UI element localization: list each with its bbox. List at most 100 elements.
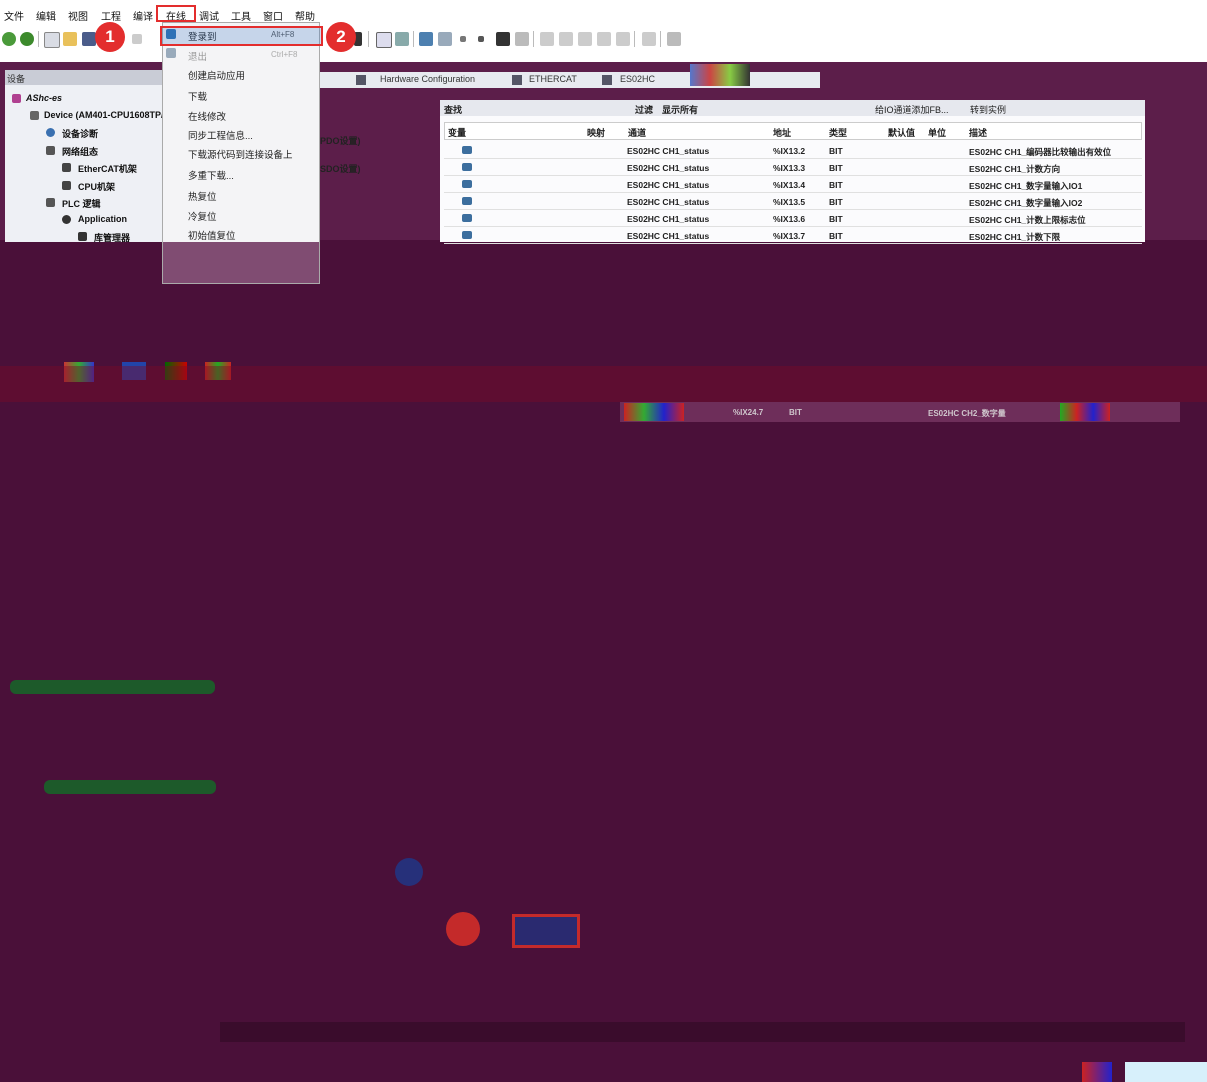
- open-folder-icon[interactable]: [63, 32, 77, 46]
- step-over-icon[interactable]: [559, 32, 573, 46]
- tree-item-diagnostics[interactable]: 设备诊断: [62, 127, 98, 140]
- toolbar-separator: [368, 31, 369, 47]
- col-address[interactable]: 地址: [773, 126, 791, 139]
- glitch-address: %IX24.7: [733, 408, 764, 417]
- menu-item-multi-download[interactable]: 多重下载...: [188, 168, 234, 182]
- col-description[interactable]: 描述: [969, 126, 987, 139]
- channel-icon: [462, 146, 472, 154]
- library-manager-icon: [78, 232, 87, 241]
- menu-item-sync-project[interactable]: 同步工程信息...: [188, 128, 253, 142]
- watch-icon[interactable]: [642, 32, 656, 46]
- col-mapping[interactable]: 映射: [587, 126, 605, 139]
- cell-type: BIT: [829, 197, 843, 207]
- run-icon[interactable]: [460, 36, 466, 42]
- cell-address: %IX13.3: [773, 163, 806, 173]
- menu-debug[interactable]: 调试: [199, 8, 219, 23]
- tree-item-cpu-rack[interactable]: CPU机架: [78, 180, 115, 193]
- menu-file[interactable]: 文件: [4, 8, 24, 23]
- col-default[interactable]: 默认值: [888, 126, 915, 139]
- cell-type: BIT: [829, 214, 843, 224]
- cell-address: %IX13.7: [773, 231, 806, 241]
- breakpoint-icon[interactable]: [597, 32, 611, 46]
- tree-item-plc-logic[interactable]: PLC 逻辑: [62, 197, 101, 210]
- goto-instance-button[interactable]: 转到实例: [970, 103, 1006, 116]
- cell-channel: ES02HC CH1_status: [627, 197, 710, 207]
- download-icon[interactable]: [395, 32, 409, 46]
- tree-item-project[interactable]: AShc-es: [26, 93, 62, 103]
- cell-type: BIT: [829, 231, 843, 241]
- menu-item-create-boot-app[interactable]: 创建启动应用: [188, 68, 245, 82]
- tree-item-ethercat-rack[interactable]: EtherCAT机架: [78, 162, 137, 175]
- new-file-icon[interactable]: [44, 32, 60, 48]
- grid-icon[interactable]: [376, 32, 392, 48]
- back-icon[interactable]: [2, 32, 16, 46]
- stop-icon[interactable]: [478, 36, 484, 42]
- wrench-icon[interactable]: [496, 32, 510, 46]
- col-variable[interactable]: 变量: [448, 126, 466, 139]
- tree-item-network-config[interactable]: 网络组态: [62, 145, 98, 158]
- menu-item-reset-origin[interactable]: 初始值复位: [188, 228, 236, 242]
- glitch-type: BIT: [789, 408, 802, 417]
- menu-edit[interactable]: 编辑: [36, 8, 56, 23]
- screen-icon[interactable]: [667, 32, 681, 46]
- glitch-artifact: [1060, 403, 1110, 421]
- cell-channel: ES02HC CH1_status: [627, 180, 710, 190]
- forward-icon[interactable]: [20, 32, 34, 46]
- menu-item-online-change[interactable]: 在线修改: [188, 109, 226, 123]
- tab-hardware-configuration[interactable]: Hardware Configuration: [380, 74, 475, 87]
- glitch-artifact: [1082, 1062, 1112, 1082]
- menu-tools[interactable]: 工具: [231, 8, 251, 23]
- cell-channel: ES02HC CH1_status: [627, 146, 710, 156]
- col-channel[interactable]: 通道: [628, 126, 646, 139]
- clear-icon[interactable]: [515, 32, 529, 46]
- menu-item-reset-warm[interactable]: 热复位: [188, 189, 217, 203]
- glitch-artifact: [690, 64, 750, 86]
- project-icon: [12, 94, 21, 103]
- tree-item-device[interactable]: Device (AM401-CPU1608TP/: [44, 110, 164, 120]
- ethercat-tab-icon: [512, 75, 522, 85]
- online-menu-highlight: [156, 5, 196, 22]
- online-icon[interactable]: [419, 32, 433, 46]
- find-label[interactable]: 查找: [444, 103, 462, 116]
- shortcut-logout: Ctrl+F8: [271, 50, 298, 59]
- menu-view[interactable]: 视图: [68, 8, 88, 23]
- tree-item-application[interactable]: Application: [78, 214, 127, 224]
- glitch-bar: [10, 680, 215, 694]
- step-in-icon[interactable]: [540, 32, 554, 46]
- cell-description: ES02HC CH1_数字量输入IO1: [969, 181, 1083, 191]
- login-item-highlight: [160, 26, 323, 46]
- cell-description: ES02HC CH1_计数方向: [969, 164, 1061, 174]
- glitch-artifact: [624, 403, 684, 421]
- menu-item-source-download[interactable]: 下载源代码到连接设备上: [188, 147, 293, 161]
- glitch-circle-red: [446, 912, 480, 946]
- tab-es02hc[interactable]: ES02HC: [620, 74, 655, 87]
- menu-build[interactable]: 编译: [133, 8, 153, 23]
- save-icon[interactable]: [82, 32, 96, 46]
- menu-item-reset-cold[interactable]: 冷复位: [188, 209, 217, 223]
- menu-item-download[interactable]: 下载: [188, 89, 207, 103]
- io-table-header: [444, 122, 1142, 140]
- step-out-icon[interactable]: [578, 32, 592, 46]
- add-fb-button[interactable]: 给IO通道添加FB...: [875, 103, 949, 116]
- tab-ethercat[interactable]: ETHERCAT: [529, 74, 577, 87]
- menu-project[interactable]: 工程: [101, 8, 121, 23]
- hardware-config-icon: [356, 75, 366, 85]
- undo-icon[interactable]: [132, 34, 142, 44]
- io-mapping-toolbar: 查找 过滤 显示所有 给IO通道添加FB... 转到实例: [440, 100, 1145, 116]
- glitch-artifact: [1125, 1062, 1207, 1082]
- col-unit[interactable]: 单位: [928, 126, 946, 139]
- offline-icon[interactable]: [438, 32, 452, 46]
- pdo-settings-label: PDO设置): [320, 136, 361, 146]
- filter-select[interactable]: 显示所有: [662, 103, 698, 116]
- glitch-strip: [220, 1022, 1185, 1042]
- plc-logic-icon: [46, 198, 55, 207]
- cell-address: %IX13.2: [773, 146, 806, 156]
- menu-item-logout[interactable]: 退出: [188, 49, 207, 63]
- menu-window[interactable]: 窗口: [263, 8, 283, 23]
- menu-help[interactable]: 帮助: [295, 8, 315, 23]
- toolbar-separator: [38, 31, 39, 47]
- cursor-icon[interactable]: [616, 32, 630, 46]
- tree-item-library-manager[interactable]: 库管理器: [94, 231, 130, 244]
- channel-icon: [462, 163, 472, 171]
- col-type[interactable]: 类型: [829, 126, 847, 139]
